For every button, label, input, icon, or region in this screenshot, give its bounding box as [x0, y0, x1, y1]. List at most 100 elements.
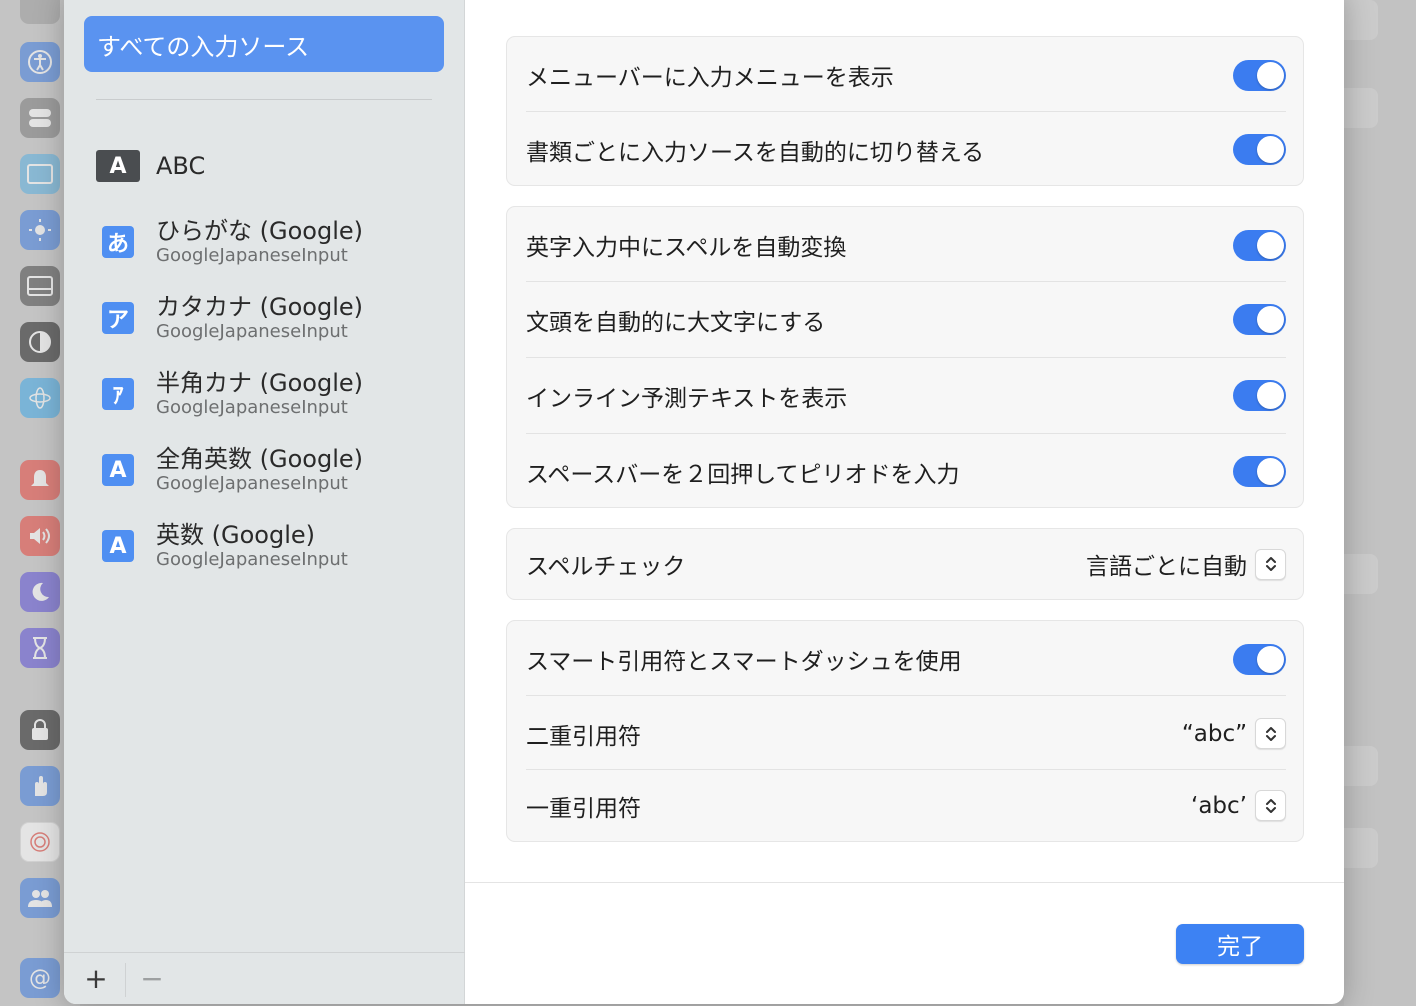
- spell-check-popup[interactable]: 言語ごとに自動: [1086, 547, 1286, 581]
- auto-capitalize-row: 文頭を自動的に大文字にする: [526, 281, 1286, 357]
- double-space-period-label: スペースバーを２回押してピリオドを入力: [526, 461, 960, 488]
- touch-id-icon: [20, 822, 60, 862]
- show-input-menu-toggle[interactable]: [1233, 59, 1286, 91]
- inline-predictive-row: インライン予測テキストを表示: [526, 357, 1286, 433]
- all-input-sources-item[interactable]: すべての入力ソース: [84, 16, 444, 72]
- katakana-icon: ア: [102, 302, 134, 334]
- auto-switch-toggle[interactable]: [1233, 134, 1286, 165]
- auto-correct-row: 英字入力中にスペルを自動変換: [526, 207, 1286, 283]
- desktop-icon: [20, 154, 60, 194]
- toggle-knob: [1257, 61, 1284, 89]
- notifications-icon: [20, 460, 60, 500]
- background-row: [1344, 0, 1378, 40]
- smart-quotes-toggle[interactable]: [1233, 643, 1286, 675]
- sound-icon: [20, 516, 60, 556]
- spell-check-value: 言語ごとに自動: [1086, 554, 1247, 580]
- accessibility-icon: [20, 42, 60, 82]
- search-icon: [20, 0, 60, 24]
- toggle-knob: [1257, 136, 1284, 163]
- source-item-katakana[interactable]: ア カタカナ (Google) GoogleJapaneseInput: [96, 286, 436, 350]
- source-name: 半角カナ (Google): [156, 369, 363, 397]
- source-subtitle: GoogleJapaneseInput: [156, 245, 348, 266]
- input-sources-sidebar: すべての入力ソース A ABC あ ひらがな (Google) GoogleJa…: [64, 0, 465, 1004]
- privacy-icon: [20, 766, 60, 806]
- screen-time-icon: [20, 628, 60, 668]
- spell-check-label: スペルチェック: [526, 554, 686, 580]
- source-item-fullwidth-alnum[interactable]: A 全角英数 (Google) GoogleJapaneseInput: [96, 438, 436, 502]
- sidebar-divider: [96, 99, 432, 100]
- auto-correct-label: 英字入力中にスペルを自動変換: [526, 235, 847, 261]
- done-button[interactable]: 完了: [1176, 924, 1304, 964]
- internet-accounts-icon: @: [20, 958, 60, 998]
- up-down-chevron-icon[interactable]: [1255, 718, 1286, 749]
- background-row: [1344, 828, 1378, 868]
- display-brightness-icon: [20, 210, 60, 250]
- double-quotes-value: “abc”: [1181, 720, 1247, 747]
- smart-quotes-group: スマート引用符とスマートダッシュを使用 二重引用符 “abc” 一重引用符 ‘a…: [506, 620, 1304, 842]
- source-item-halfwidth-kana[interactable]: ｱ 半角カナ (Google) GoogleJapaneseInput: [96, 362, 436, 426]
- background-row: [1344, 554, 1378, 594]
- source-item-abc[interactable]: A ABC: [96, 134, 436, 198]
- auto-switch-row: 書類ごとに入力ソースを自動的に切り替える: [526, 111, 1286, 187]
- remove-source-button[interactable]: −: [132, 962, 172, 995]
- single-quotes-value: ‘abc’: [1191, 792, 1247, 819]
- sidebar-toolbar: + −: [64, 952, 465, 1004]
- inline-predictive-label: インライン予測テキストを表示: [526, 385, 848, 412]
- show-input-menu-row: メニューバーに入力メニューを表示: [526, 37, 1286, 113]
- smart-quotes-label: スマート引用符とスマートダッシュを使用: [526, 649, 962, 675]
- source-item-hiragana[interactable]: あ ひらがな (Google) GoogleJapaneseInput: [96, 210, 436, 274]
- all-input-sources-label: すべての入力ソース: [97, 32, 310, 61]
- auto-correct-toggle[interactable]: [1233, 229, 1286, 261]
- spell-check-row: スペルチェック 言語ごとに自動: [526, 529, 1286, 599]
- background-row: [1344, 88, 1378, 128]
- typing-options-group: 英字入力中にスペルを自動変換 文頭を自動的に大文字にする インライン予測テキスト…: [506, 206, 1304, 508]
- double-space-period-toggle[interactable]: [1233, 456, 1286, 487]
- add-source-button[interactable]: +: [76, 962, 116, 995]
- fullwidth-alnum-icon: A: [102, 454, 134, 486]
- source-subtitle: GoogleJapaneseInput: [156, 549, 348, 570]
- toggle-knob: [1257, 645, 1284, 673]
- control-center-icon: [20, 98, 60, 138]
- toggle-knob: [1257, 458, 1284, 485]
- auto-capitalize-toggle[interactable]: [1233, 304, 1286, 335]
- source-name: カタカナ (Google): [156, 293, 363, 321]
- inline-predictive-toggle[interactable]: [1233, 380, 1286, 411]
- source-item-alnum[interactable]: A 英数 (Google) GoogleJapaneseInput: [96, 514, 436, 578]
- siri-icon: [20, 378, 60, 418]
- wallpaper-icon: [20, 266, 60, 306]
- source-name: 英数 (Google): [156, 521, 315, 549]
- abc-keyboard-icon: A: [96, 150, 140, 182]
- smart-quotes-row: スマート引用符とスマートダッシュを使用: [526, 621, 1286, 697]
- toolbar-separator: [125, 963, 126, 997]
- single-quotes-popup[interactable]: ‘abc’: [1191, 790, 1286, 821]
- double-quotes-label: 二重引用符: [526, 723, 641, 750]
- background-row: [1344, 746, 1378, 786]
- toggle-knob: [1257, 231, 1284, 259]
- toggle-knob: [1257, 306, 1284, 333]
- input-menu-group: メニューバーに入力メニューを表示 書類ごとに入力ソースを自動的に切り替える: [506, 36, 1304, 186]
- single-quotes-label: 一重引用符: [526, 795, 641, 822]
- up-down-chevron-icon[interactable]: [1255, 790, 1286, 821]
- toggle-knob: [1257, 382, 1284, 409]
- halfwidth-kana-icon: ｱ: [102, 378, 134, 410]
- input-sources-sheet: すべての入力ソース A ABC あ ひらがな (Google) GoogleJa…: [64, 0, 1344, 1004]
- double-space-period-row: スペースバーを２回押してピリオドを入力: [526, 433, 1286, 509]
- auto-switch-label: 書類ごとに入力ソースを自動的に切り替える: [526, 139, 985, 166]
- spell-check-group: スペルチェック 言語ごとに自動: [506, 528, 1304, 600]
- lock-screen-icon: [20, 710, 60, 750]
- up-down-chevron-icon[interactable]: [1255, 548, 1286, 580]
- footer-divider: [465, 882, 1344, 883]
- source-subtitle: GoogleJapaneseInput: [156, 321, 348, 342]
- screensaver-icon: [20, 322, 60, 362]
- double-quotes-popup[interactable]: “abc”: [1182, 718, 1286, 749]
- source-name: ABC: [156, 152, 206, 180]
- alnum-icon: A: [102, 530, 134, 562]
- single-quotes-row: 一重引用符 ‘abc’: [526, 769, 1286, 841]
- focus-icon: [20, 572, 60, 612]
- auto-capitalize-label: 文頭を自動的に大文字にする: [526, 309, 826, 336]
- double-quotes-row: 二重引用符 “abc”: [526, 695, 1286, 771]
- show-input-menu-label: メニューバーに入力メニューを表示: [526, 65, 894, 91]
- source-subtitle: GoogleJapaneseInput: [156, 397, 348, 418]
- source-name: 全角英数 (Google): [156, 445, 363, 473]
- hiragana-icon: あ: [102, 226, 134, 258]
